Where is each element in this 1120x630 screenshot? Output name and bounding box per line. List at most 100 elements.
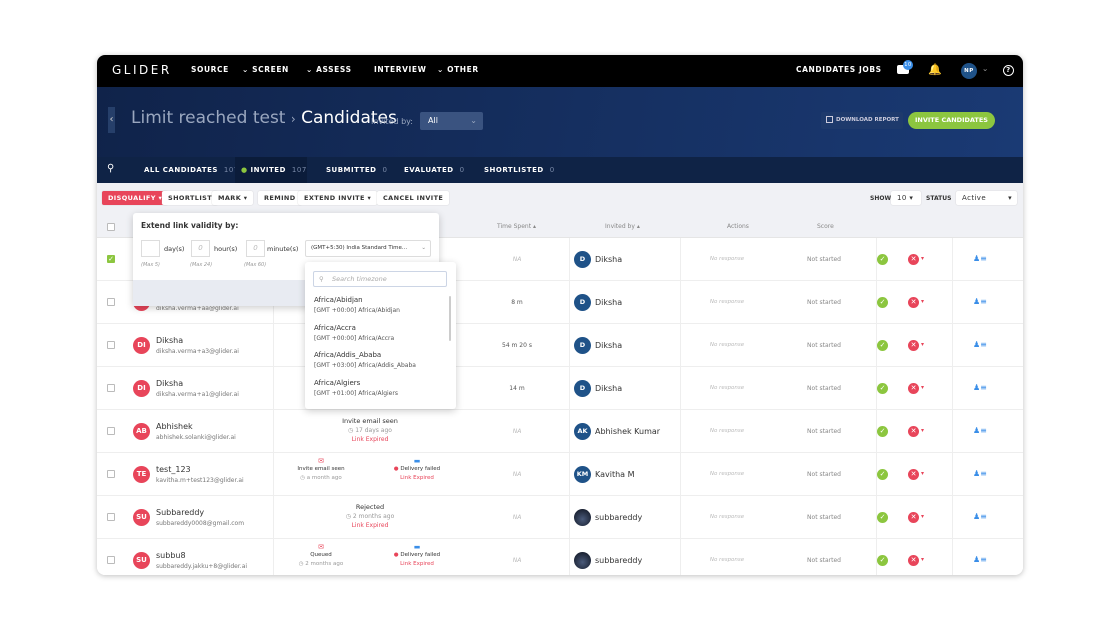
chevron-down-icon[interactable]: ⌄ xyxy=(982,64,989,73)
timezone-option[interactable]: Africa/Addis_Ababa [GMT +03:00] Africa/Ad… xyxy=(314,351,444,369)
disqualify-button[interactable]: DISQUALIFY ▾ xyxy=(102,191,169,205)
col-time-spent[interactable]: Time Spent ▴ xyxy=(497,223,536,230)
row-checkbox[interactable] xyxy=(107,513,115,521)
row-checkbox[interactable] xyxy=(107,427,115,435)
nav-jobs[interactable]: JOBS xyxy=(859,65,882,74)
shortlist-check-icon[interactable]: ✓ xyxy=(877,555,888,566)
table-row[interactable]: TE test_123 kavitha.m+test123@glider.ai ✉ In… xyxy=(97,453,1023,496)
candidate-name[interactable]: Diksha xyxy=(156,379,183,388)
nav-source[interactable]: SOURCE xyxy=(191,65,229,74)
row-checkbox[interactable] xyxy=(107,384,115,392)
reject-icon[interactable]: ✕ xyxy=(908,383,919,394)
candidate-name[interactable]: test_123 xyxy=(156,465,191,474)
shortlist-check-icon[interactable]: ✓ xyxy=(877,469,888,480)
reject-icon[interactable]: ✕ xyxy=(908,254,919,265)
timezone-search-input[interactable]: ⚲ Search timezone xyxy=(313,271,447,287)
select-all-checkbox[interactable] xyxy=(107,223,115,231)
tab-evaluated[interactable]: EVALUATED 0 xyxy=(404,157,465,183)
nav-interview[interactable]: INTERVIEW xyxy=(374,65,426,74)
reject-icon[interactable]: ✕ xyxy=(908,555,919,566)
col-invited-by[interactable]: Invited by ▴ xyxy=(605,223,640,230)
candidate-name[interactable]: Diksha xyxy=(156,336,183,345)
divider xyxy=(569,367,570,410)
caret-down-icon[interactable]: ▾ xyxy=(921,298,924,305)
shortlist-check-icon[interactable]: ✓ xyxy=(877,512,888,523)
caret-down-icon[interactable]: ▾ xyxy=(921,384,924,391)
nav-candidates[interactable]: CANDIDATES xyxy=(796,65,856,74)
caret-down-icon[interactable]: ▾ xyxy=(921,341,924,348)
user-avatar[interactable]: NP xyxy=(961,63,977,79)
candidate-name[interactable]: Subbareddy xyxy=(156,508,204,517)
profile-icon[interactable]: ♟≡ xyxy=(973,512,987,521)
table-row[interactable]: DI Diksha diksha.verma+a3@glider.ai 54 m 20… xyxy=(97,324,1023,367)
back-button[interactable]: ‹ xyxy=(108,107,115,133)
caret-down-icon[interactable]: ▾ xyxy=(921,255,924,262)
caret-down-icon[interactable]: ▾ xyxy=(921,470,924,477)
row-checkbox[interactable] xyxy=(107,470,115,478)
tab-shortlisted[interactable]: SHORTLISTED 0 xyxy=(484,157,555,183)
mark-button[interactable]: MARK ▾ xyxy=(212,191,254,205)
nav-screen[interactable]: ⌄ SCREEN xyxy=(242,65,289,74)
profile-icon[interactable]: ♟≡ xyxy=(973,297,987,306)
bell-icon[interactable]: 🔔 xyxy=(928,63,942,76)
hours-input[interactable]: 0 xyxy=(191,240,210,257)
table-row[interactable]: SU Subbareddy subbareddy0008@gmail.com Reje… xyxy=(97,496,1023,539)
scrollbar[interactable] xyxy=(449,296,451,341)
tab-all-candidates[interactable]: ALL CANDIDATES 107 xyxy=(144,157,239,183)
profile-icon[interactable]: ♟≡ xyxy=(973,340,987,349)
candidate-email: diksha.verma+aa@glider.ai xyxy=(156,305,239,312)
table-row[interactable]: SU subbu8 subbareddy.jakku+8@glider.ai ✉ Que… xyxy=(97,539,1023,575)
candidate-name[interactable]: subbu8 xyxy=(156,551,186,560)
shortlist-button[interactable]: SHORTLIST xyxy=(162,191,219,205)
profile-icon[interactable]: ♟≡ xyxy=(973,555,987,564)
reject-icon[interactable]: ✕ xyxy=(908,512,919,523)
breadcrumb-parent[interactable]: Limit reached test xyxy=(131,108,285,128)
timezone-option[interactable]: Africa/Accra [GMT +00:00] Africa/Accra xyxy=(314,324,444,342)
reject-icon[interactable]: ✕ xyxy=(908,426,919,437)
timezone-detail: [GMT +03:00] Africa/Addis_Ababa xyxy=(314,362,416,369)
shortlist-check-icon[interactable]: ✓ xyxy=(877,297,888,308)
tab-submitted[interactable]: SUBMITTED 0 xyxy=(326,157,387,183)
invite-candidates-button[interactable]: INVITE CANDIDATES xyxy=(908,112,995,129)
invited-by-select[interactable]: All ⌄ xyxy=(420,112,483,130)
logo[interactable]: GLIDER xyxy=(112,63,172,77)
timezone-select[interactable]: (GMT+5:30) India Standard Time... ⌄ xyxy=(305,240,431,257)
profile-icon[interactable]: ♟≡ xyxy=(973,426,987,435)
table-row[interactable]: AB Abhishek abhishek.solanki@glider.ai Invi… xyxy=(97,410,1023,453)
profile-icon[interactable]: ♟≡ xyxy=(973,383,987,392)
minutes-input[interactable]: 0 xyxy=(246,240,265,257)
shortlist-check-icon[interactable]: ✓ xyxy=(877,383,888,394)
reject-icon[interactable]: ✕ xyxy=(908,469,919,480)
profile-icon[interactable]: ♟≡ xyxy=(973,469,987,478)
reject-icon[interactable]: ✕ xyxy=(908,340,919,351)
extend-invite-button[interactable]: EXTEND INVITE ▾ xyxy=(298,191,378,205)
help-icon[interactable]: ? xyxy=(1003,65,1014,76)
download-report-button[interactable]: DOWNLOAD REPORT xyxy=(821,112,903,129)
timezone-option[interactable]: Africa/Algiers [GMT +01:00] Africa/Algier… xyxy=(314,379,444,397)
remind-button[interactable]: REMIND xyxy=(258,191,302,205)
caret-down-icon[interactable]: ▾ xyxy=(921,556,924,563)
sms-icon: ▬ xyxy=(413,543,421,551)
shortlist-check-icon[interactable]: ✓ xyxy=(877,426,888,437)
table-row[interactable]: DI Diksha diksha.verma+a1@glider.ai 14 m D Di… xyxy=(97,367,1023,410)
nav-other[interactable]: ⌄ OTHER xyxy=(437,65,479,74)
status-select[interactable]: Active ▾ xyxy=(956,191,1017,205)
row-checkbox[interactable] xyxy=(107,341,115,349)
profile-icon[interactable]: ♟≡ xyxy=(973,254,987,263)
shortlist-check-icon[interactable]: ✓ xyxy=(877,254,888,265)
candidate-name[interactable]: Abhishek xyxy=(156,422,193,431)
search-icon[interactable]: ⚲ xyxy=(107,163,114,174)
timezone-option[interactable]: Africa/Abidjan [GMT +00:00] Africa/Abidja… xyxy=(314,296,444,314)
shortlist-check-icon[interactable]: ✓ xyxy=(877,340,888,351)
tab-invited[interactable]: ● INVITED 107 xyxy=(235,157,307,183)
reject-icon[interactable]: ✕ xyxy=(908,297,919,308)
caret-down-icon[interactable]: ▾ xyxy=(921,427,924,434)
row-checkbox[interactable] xyxy=(107,298,115,306)
cancel-invite-button[interactable]: CANCEL INVITE xyxy=(377,191,450,205)
nav-assess[interactable]: ⌄ ASSESS xyxy=(306,65,352,74)
days-input[interactable] xyxy=(141,240,160,257)
row-checkbox[interactable] xyxy=(107,556,115,564)
row-checkbox[interactable]: ✓ xyxy=(107,255,115,263)
show-select[interactable]: 10 ▾ xyxy=(891,191,921,205)
caret-down-icon[interactable]: ▾ xyxy=(921,513,924,520)
